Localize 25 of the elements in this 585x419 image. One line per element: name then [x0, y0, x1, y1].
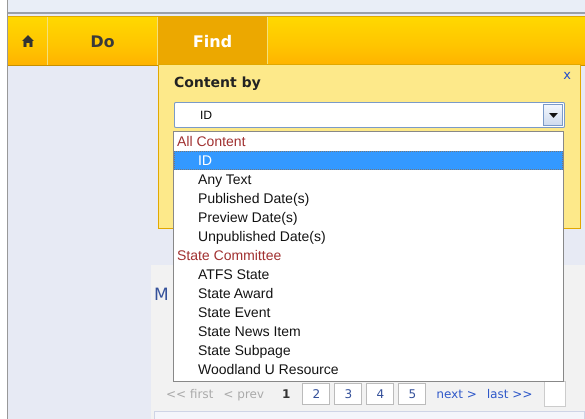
page-size-field[interactable]	[544, 381, 566, 407]
dropdown-option[interactable]: State News Item	[174, 322, 563, 341]
page-link[interactable]: 4	[366, 383, 394, 405]
dropdown-option[interactable]: Published Date(s)	[174, 189, 563, 208]
content-select[interactable]: ID	[174, 102, 565, 128]
page-link[interactable]: 5	[398, 383, 426, 405]
dropdown-option[interactable]: State Award	[174, 284, 563, 303]
dropdown-option[interactable]: ATFS State	[174, 265, 563, 284]
section-heading: M	[154, 285, 169, 305]
last-link[interactable]: last >>	[486, 387, 532, 401]
dropdown-option[interactable]: State Event	[174, 303, 563, 322]
option-group-label: State Committee	[176, 246, 282, 265]
current-page: 1	[282, 387, 290, 401]
dropdown-option[interactable]: Any Text	[174, 170, 563, 189]
dropdown-option[interactable]: Unpublished Date(s)	[174, 227, 563, 246]
home-icon	[20, 34, 34, 48]
page-link[interactable]: 3	[334, 383, 362, 405]
close-button[interactable]: x	[563, 68, 571, 83]
dropdown-option[interactable]: State Subpage	[174, 341, 563, 360]
page-link[interactable]: 2	[302, 383, 330, 405]
option-group-label: All Content	[176, 132, 246, 151]
dropdown-option[interactable]: Woodland U Resource	[174, 360, 563, 379]
next-link[interactable]: next >	[436, 387, 477, 401]
dropdown-option[interactable]: Preview Date(s)	[174, 208, 563, 227]
panel-title: Content by	[174, 75, 262, 91]
